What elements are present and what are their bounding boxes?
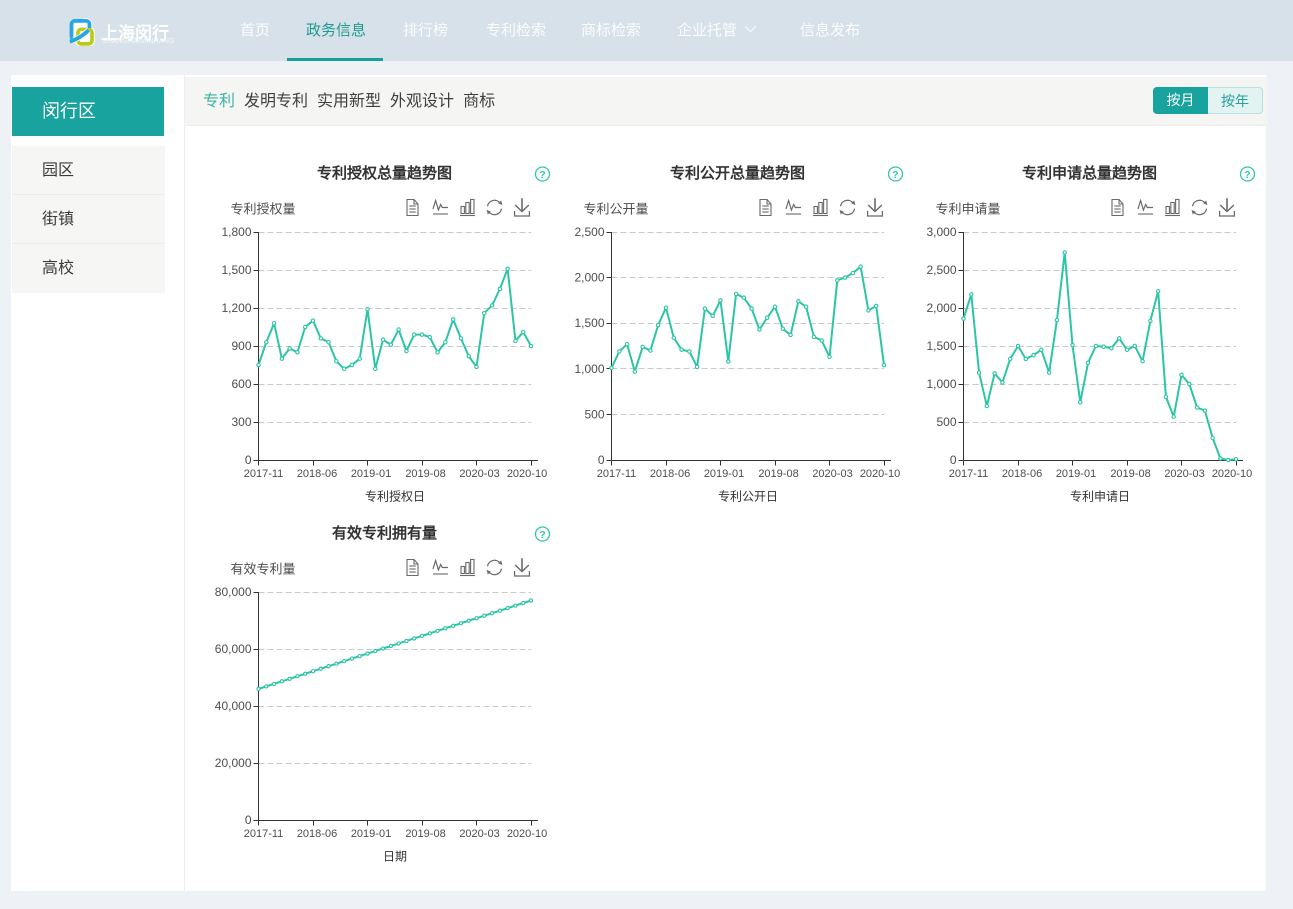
svg-text:2018-06: 2018-06	[1002, 468, 1042, 480]
svg-text:有效专利拥有量: 有效专利拥有量	[332, 524, 437, 542]
svg-text:1,000: 1,000	[574, 362, 604, 376]
svg-text:2019-08: 2019-08	[1110, 468, 1150, 480]
svg-text:专利公开总量趋势图: 专利公开总量趋势图	[670, 164, 805, 182]
svg-text:?: ?	[1244, 169, 1250, 181]
svg-text:0: 0	[245, 453, 252, 467]
svg-text:2019-01: 2019-01	[1056, 468, 1096, 480]
svg-text:500: 500	[584, 407, 604, 421]
svg-text:2020-10: 2020-10	[507, 828, 547, 840]
svg-text:2017-11: 2017-11	[949, 468, 989, 480]
svg-text:专利授权总量趋势图: 专利授权总量趋势图	[317, 164, 452, 182]
svg-text:2018-06: 2018-06	[297, 468, 337, 480]
svg-text:专利授权日: 专利授权日	[365, 489, 425, 504]
svg-text:1,500: 1,500	[221, 263, 251, 277]
svg-text:?: ?	[539, 529, 545, 541]
svg-text:2017-11: 2017-11	[244, 468, 284, 480]
svg-text:60,000: 60,000	[215, 642, 252, 656]
svg-text:专利公开量: 专利公开量	[584, 202, 649, 217]
svg-text:日期: 日期	[383, 850, 407, 864]
svg-text:0: 0	[245, 813, 252, 827]
svg-text:2,500: 2,500	[574, 225, 604, 239]
svg-text:2019-01: 2019-01	[704, 468, 744, 480]
svg-text:2020-10: 2020-10	[1212, 468, 1252, 480]
svg-text:2019-08: 2019-08	[405, 828, 445, 840]
svg-text:2,000: 2,000	[574, 271, 604, 285]
svg-text:2018-06: 2018-06	[297, 828, 337, 840]
svg-text:专利公开日: 专利公开日	[718, 489, 778, 504]
svg-text:1,800: 1,800	[221, 225, 251, 239]
svg-text:?: ?	[892, 169, 898, 181]
svg-text:40,000: 40,000	[215, 699, 252, 713]
svg-text:?: ?	[539, 169, 545, 181]
svg-text:2020-10: 2020-10	[860, 468, 900, 480]
svg-text:0: 0	[598, 453, 605, 467]
svg-text:专利授权量: 专利授权量	[231, 202, 296, 217]
svg-text:900: 900	[231, 339, 251, 353]
svg-text:1,200: 1,200	[221, 301, 251, 315]
svg-text:2019-08: 2019-08	[758, 468, 798, 480]
svg-text:1,500: 1,500	[574, 316, 604, 330]
svg-text:专利申请日: 专利申请日	[1070, 489, 1130, 504]
svg-text:1,000: 1,000	[926, 377, 956, 391]
svg-text:1,500: 1,500	[926, 339, 956, 353]
svg-text:2020-03: 2020-03	[459, 828, 499, 840]
svg-text:2017-11: 2017-11	[597, 468, 637, 480]
svg-text:2018-06: 2018-06	[650, 468, 690, 480]
svg-text:300: 300	[231, 415, 251, 429]
svg-text:专利申请总量趋势图: 专利申请总量趋势图	[1022, 164, 1157, 182]
svg-text:2020-03: 2020-03	[459, 468, 499, 480]
svg-text:2020-03: 2020-03	[812, 468, 852, 480]
svg-text:3,000: 3,000	[926, 225, 956, 239]
svg-text:2019-01: 2019-01	[351, 468, 391, 480]
svg-text:2020-10: 2020-10	[507, 468, 547, 480]
svg-text:专利申请量: 专利申请量	[936, 202, 1001, 217]
svg-text:80,000: 80,000	[215, 585, 252, 599]
svg-text:600: 600	[231, 377, 251, 391]
svg-text:2020-03: 2020-03	[1164, 468, 1204, 480]
svg-text:2019-01: 2019-01	[351, 828, 391, 840]
svg-text:20,000: 20,000	[215, 756, 252, 770]
svg-text:2,500: 2,500	[926, 263, 956, 277]
svg-text:2017-11: 2017-11	[244, 828, 284, 840]
svg-text:500: 500	[936, 415, 956, 429]
svg-text:2,000: 2,000	[926, 301, 956, 315]
svg-text:有效专利量: 有效专利量	[231, 562, 296, 577]
svg-text:2019-08: 2019-08	[405, 468, 445, 480]
svg-text:0: 0	[950, 453, 957, 467]
